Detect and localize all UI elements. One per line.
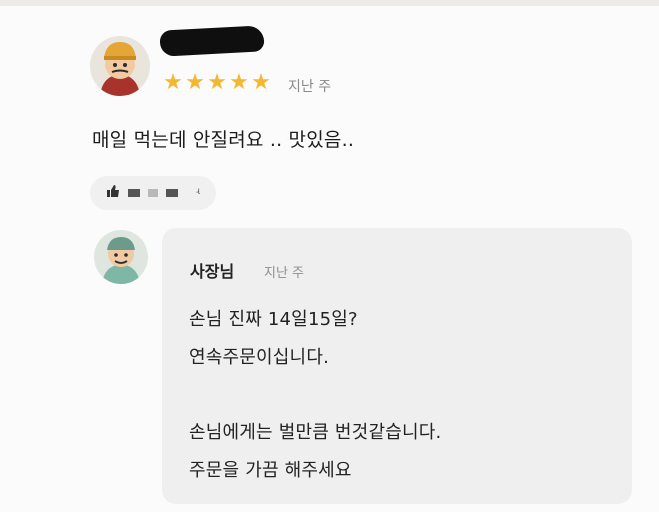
star-icon: ★ (229, 70, 249, 95)
star-icon: ★ (185, 70, 205, 95)
blurred-menu-name (148, 189, 158, 197)
reply-date: 지난 주 (264, 266, 305, 281)
blurred-menu-name (128, 189, 140, 197)
menu-chip-trailing: ʵ (196, 185, 200, 201)
blurred-menu-name (166, 189, 178, 197)
reply-author: 사장님 (190, 262, 235, 281)
star-icon: ★ (207, 70, 227, 95)
star-icon: ★ (251, 70, 271, 95)
redacted-username (159, 25, 265, 57)
star-icon: ★ (163, 70, 183, 95)
reply-line: 연속주문이십니다. (189, 347, 330, 368)
review-text: 매일 먹는데 안질려요 .. 맛있음.. (92, 129, 355, 151)
owner-avatar[interactable] (94, 230, 148, 284)
thumbs-up-icon (106, 184, 120, 202)
ordered-menu-chip[interactable]: ʵ (90, 176, 216, 210)
reply-line: 손님 진짜 14일15일? (189, 309, 358, 330)
review-date: 지난 주 (288, 79, 332, 95)
reply-line: 손님에게는 벌만큼 번것같습니다. (189, 422, 442, 443)
reply-line: 주문을 가끔 해주세요 (189, 460, 352, 481)
reviewer-avatar[interactable] (90, 36, 150, 96)
rating-stars: ★ ★ ★ ★ ★ (162, 72, 272, 94)
